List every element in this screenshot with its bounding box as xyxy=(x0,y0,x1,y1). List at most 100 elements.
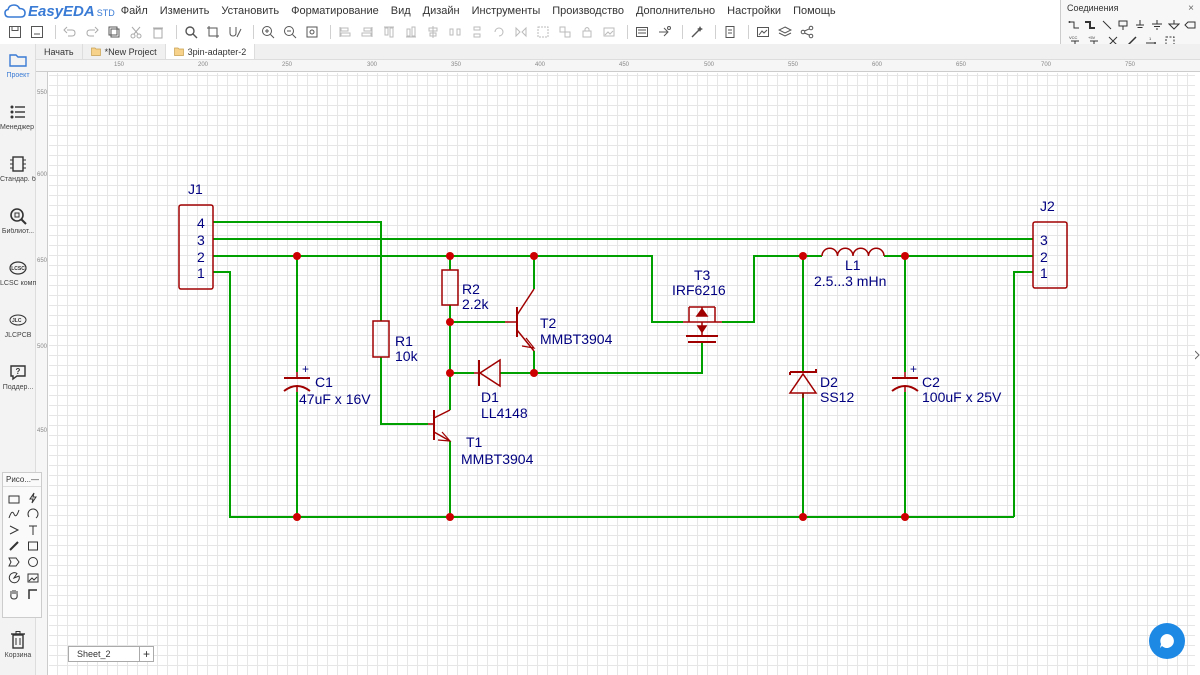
draw-arrow-button[interactable] xyxy=(5,522,22,537)
right-panel-handle[interactable] xyxy=(1194,345,1200,365)
draw-arc-button[interactable] xyxy=(24,506,41,521)
save-as-button[interactable] xyxy=(28,23,46,41)
tab-start[interactable]: Начать xyxy=(36,44,83,59)
sidebar-item-support[interactable]: ? Поддер... xyxy=(0,356,36,408)
draw-bezier-button[interactable] xyxy=(5,506,22,521)
menu-tools[interactable]: Инструменты xyxy=(466,0,547,22)
align-bottom-button[interactable] xyxy=(402,23,420,41)
connector-j1[interactable] xyxy=(178,204,214,290)
junction[interactable] xyxy=(446,513,454,521)
layers-button[interactable] xyxy=(776,23,794,41)
junction[interactable] xyxy=(293,252,301,260)
image-button[interactable] xyxy=(600,23,618,41)
junction[interactable] xyxy=(530,252,538,260)
junction[interactable] xyxy=(530,369,538,377)
bus-tool-button[interactable] xyxy=(1084,18,1098,32)
junction[interactable] xyxy=(446,369,454,377)
sidebar-item-jlcpcb[interactable]: JLC JLCPCB xyxy=(0,304,36,356)
share-button[interactable] xyxy=(798,23,816,41)
distribute-v-button[interactable] xyxy=(468,23,486,41)
align-right-button[interactable] xyxy=(358,23,376,41)
menu-edit[interactable]: Изменить xyxy=(154,0,216,22)
inductor-l1[interactable] xyxy=(821,247,885,257)
draw-freehand-button[interactable] xyxy=(5,538,22,553)
draw-circle-button[interactable] xyxy=(24,554,41,569)
delete-button[interactable] xyxy=(149,23,167,41)
tab-3pin-adapter-2[interactable]: 3pin-adapter-2 xyxy=(165,44,256,59)
save-button[interactable] xyxy=(6,23,24,41)
transistor-t2[interactable] xyxy=(505,288,536,352)
transistor-t1[interactable] xyxy=(428,409,452,442)
menu-advanced[interactable]: Дополнительно xyxy=(630,0,721,22)
wire[interactable] xyxy=(380,357,428,425)
netlist-button[interactable] xyxy=(633,23,651,41)
draw-rect-button[interactable] xyxy=(24,538,41,553)
flip-button[interactable] xyxy=(512,23,530,41)
add-sheet-button[interactable]: + xyxy=(140,646,154,662)
ground-button[interactable] xyxy=(1150,18,1164,32)
sidebar-item-design-manager[interactable]: Менеджер проектир xyxy=(0,96,36,148)
photo-button[interactable] xyxy=(754,23,772,41)
convert-pcb-button[interactable] xyxy=(655,23,673,41)
sidebar-item-project[interactable]: Проект xyxy=(0,44,36,96)
zoom-in-button[interactable] xyxy=(259,23,277,41)
wire[interactable] xyxy=(213,255,683,323)
align-center-button[interactable] xyxy=(424,23,442,41)
distribute-h-button[interactable] xyxy=(446,23,464,41)
lock-button[interactable] xyxy=(578,23,596,41)
draw-text-button[interactable] xyxy=(24,522,41,537)
zoom-out-button[interactable] xyxy=(281,23,299,41)
ungroup-button[interactable] xyxy=(556,23,574,41)
wire[interactable] xyxy=(722,255,822,323)
draw-drag-button[interactable] xyxy=(24,586,41,601)
menu-place[interactable]: Установить xyxy=(215,0,285,22)
bus-entry-button[interactable] xyxy=(1100,18,1114,32)
net-flag-button[interactable] xyxy=(1134,18,1148,32)
resistor-r1[interactable] xyxy=(372,320,390,358)
draw-pie-button[interactable] xyxy=(5,570,22,585)
draw-line-button[interactable] xyxy=(24,490,41,505)
undo-button[interactable] xyxy=(61,23,79,41)
group-button[interactable] xyxy=(534,23,552,41)
junction[interactable] xyxy=(446,252,454,260)
sidebar-item-standard-library[interactable]: Стандар. библиот... xyxy=(0,148,36,200)
menu-settings[interactable]: Настройки xyxy=(721,0,787,22)
rotate-button[interactable] xyxy=(490,23,508,41)
draw-polyline-button[interactable] xyxy=(5,490,22,505)
mosfet-t3[interactable] xyxy=(683,306,722,343)
network-port-button[interactable] xyxy=(1183,18,1197,32)
bom-button[interactable] xyxy=(721,23,739,41)
menu-file[interactable]: Файл xyxy=(115,0,154,22)
wire[interactable] xyxy=(1013,271,1033,517)
tab-new-project[interactable]: *New Project xyxy=(83,44,166,59)
menu-format[interactable]: Форматирование xyxy=(285,0,385,22)
junction[interactable] xyxy=(799,252,807,260)
chat-button[interactable] xyxy=(1149,623,1185,659)
redo-button[interactable] xyxy=(83,23,101,41)
collapse-icon[interactable]: — xyxy=(31,475,39,484)
junction[interactable] xyxy=(901,252,909,260)
sidebar-item-trash[interactable]: Корзина xyxy=(0,630,36,674)
net-label-button[interactable] xyxy=(1117,18,1131,32)
schematic-canvas[interactable]: J1 4 3 2 1 J2 3 2 1 R1 10k R2 2.2k + C1 … xyxy=(49,73,1195,675)
junction[interactable] xyxy=(293,513,301,521)
sidebar-item-lcsc[interactable]: LCSC LCSC компоне... xyxy=(0,252,36,304)
align-left-button[interactable] xyxy=(336,23,354,41)
connector-j2[interactable] xyxy=(1032,221,1068,289)
close-icon[interactable]: × xyxy=(1188,3,1194,14)
ground-triangle-button[interactable] xyxy=(1167,18,1181,32)
menu-help[interactable]: Помощь xyxy=(787,0,842,22)
menu-view[interactable]: Вид xyxy=(385,0,417,22)
draw-image-button[interactable] xyxy=(24,570,41,585)
design-check-button[interactable] xyxy=(688,23,706,41)
diode-d2[interactable] xyxy=(788,369,818,398)
align-top-button[interactable] xyxy=(380,23,398,41)
sidebar-item-libraries[interactable]: Библиот... xyxy=(0,200,36,252)
junction[interactable] xyxy=(446,318,454,326)
junction[interactable] xyxy=(799,513,807,521)
draw-polygon-button[interactable] xyxy=(5,554,22,569)
fit-view-button[interactable] xyxy=(303,23,321,41)
menu-fabrication[interactable]: Производство xyxy=(546,0,630,22)
crop-button[interactable] xyxy=(204,23,222,41)
junction[interactable] xyxy=(901,513,909,521)
